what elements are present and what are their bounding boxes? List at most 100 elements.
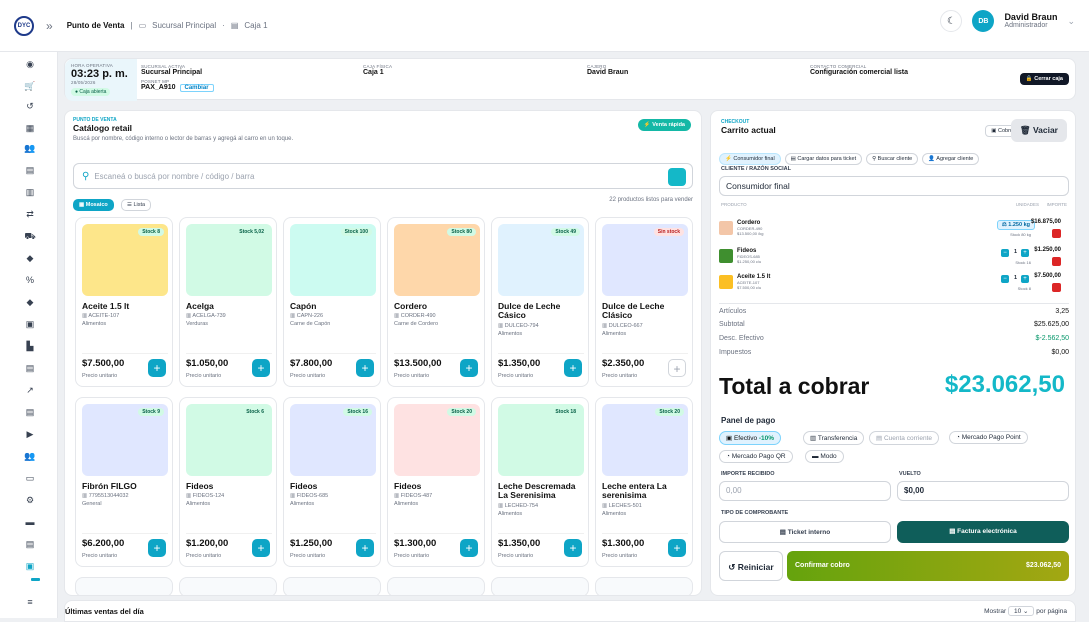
product-price: $7.800,00	[290, 358, 333, 369]
add-to-cart-button[interactable]: +	[252, 539, 270, 557]
add-to-cart-button[interactable]: +	[356, 359, 374, 377]
product-card[interactable]: Stock 6 Fideos ▥ FIDEOS-124 Alimentos $1.200…	[179, 397, 277, 567]
pay-mp-qr[interactable]: ◔ Mercado Pago QR	[719, 450, 793, 463]
add-to-cart-button[interactable]: +	[564, 359, 582, 377]
users-icon[interactable]: 👥	[24, 450, 36, 462]
pay-transferencia[interactable]: ▥ Transferencia	[803, 431, 865, 445]
cash-icon[interactable]: ▣	[24, 560, 36, 572]
reports-icon[interactable]: ▙	[24, 340, 36, 352]
theme-toggle-icon[interactable]: ☾	[940, 10, 963, 32]
product-name-text: Leche Descremada La Serenisima	[498, 481, 576, 501]
pay-cuenta-corriente[interactable]: ▤ Cuenta corriente	[869, 431, 940, 445]
scan-button[interactable]	[668, 168, 686, 186]
delete-icon[interactable]	[1052, 229, 1061, 238]
label-icon[interactable]: ◆	[24, 296, 36, 308]
product-card[interactable]: Stock 18 Leche Descremada La Serenisima ▥ …	[491, 397, 589, 567]
history-icon[interactable]: ↺	[24, 100, 36, 112]
app-logo[interactable]: DYC	[14, 15, 34, 36]
dashboard-icon[interactable]: ◉	[24, 58, 36, 70]
product-card[interactable]: Stock 80 Cordero ▥ CORDER-490 Carne de Cord…	[387, 217, 485, 387]
clients-icon[interactable]: 👥	[24, 142, 36, 154]
box-icon[interactable]: ▭	[24, 472, 36, 484]
add-to-cart-button[interactable]: +	[148, 539, 166, 557]
tab-agregar-cliente[interactable]: 👤 Agregar cliente	[922, 153, 980, 165]
product-image: Stock 8	[82, 224, 168, 296]
tab-consumidor-final[interactable]: ⚡ Consumidor final	[719, 153, 781, 165]
tab-cargar-datos[interactable]: ▤ Cargar datos para ticket	[784, 153, 863, 165]
increase-button[interactable]: +	[1021, 249, 1029, 257]
per-page-select[interactable]: 10 ⌄	[1007, 606, 1035, 616]
wallet-icon[interactable]: ▬	[24, 516, 36, 528]
receipt-icon[interactable]: ▤	[24, 538, 36, 550]
inventory-icon[interactable]: ▥	[24, 186, 36, 198]
product-card[interactable]: Stock 20 Fideos ▥ FIDEOS-487 Alimentos $1.30…	[387, 397, 485, 567]
lista-toggle[interactable]: ☰ Lista	[121, 199, 152, 211]
cambiar-button[interactable]: Cambiar	[179, 84, 214, 92]
venta-rapida-button[interactable]: ⚡ Venta rápida	[637, 119, 691, 131]
percent-icon[interactable]: %	[24, 274, 36, 286]
confirmar-cobro-button[interactable]: Confirmar cobro $23.062,50	[787, 551, 1069, 581]
pay-modo[interactable]: ▬ Modo	[805, 450, 844, 463]
ticket-interno-button[interactable]: ▤ Ticket interno	[719, 521, 891, 543]
truck-icon[interactable]: ⛟	[24, 230, 36, 242]
cliente-field[interactable]: Consumidor final	[719, 176, 1069, 196]
database-icon[interactable]: ≡	[24, 596, 36, 608]
product-card[interactable]: Stock 20 Leche entera La serenisima ▥ LECH…	[595, 397, 693, 567]
tag-icon[interactable]: ◆	[24, 252, 36, 264]
products-icon[interactable]: ▦	[24, 122, 36, 134]
delete-icon[interactable]	[1052, 283, 1061, 292]
increase-button[interactable]: +	[1021, 275, 1029, 283]
pay-label: Efectivo	[733, 435, 758, 442]
product-name-text: Fibrón FILGO	[82, 481, 137, 491]
user-menu[interactable]: David Braun Administrador	[1004, 12, 1057, 30]
card-placeholder	[75, 577, 173, 595]
cerrar-caja-button[interactable]: 🔒 Cerrar caja	[1019, 73, 1069, 85]
pay-mp-point[interactable]: ◔ Mercado Pago Point	[949, 431, 1028, 444]
settings-icon[interactable]: ⚙	[24, 494, 36, 506]
factura-button[interactable]: ▤ Factura electrónica	[897, 521, 1069, 543]
add-to-cart-button[interactable]: +	[668, 539, 686, 557]
search-input[interactable]: ⚲ Escaneá o buscá por nombre / código / …	[73, 163, 693, 189]
add-to-cart-button[interactable]: +	[564, 539, 582, 557]
mosaico-toggle[interactable]: ▦ Mosaico	[73, 199, 114, 211]
chart-icon[interactable]: ↗	[24, 384, 36, 396]
top-bar: DYC » Punto de Venta | ▭ Sucursal Princi…	[0, 0, 1089, 52]
add-to-cart-button[interactable]: +	[460, 359, 478, 377]
product-card[interactable]: Sin stock Dulce de Leche Clásico ▥ DULCEO-…	[595, 217, 693, 387]
avatar[interactable]: DB	[972, 10, 995, 32]
importe-input[interactable]: 0,00	[719, 481, 891, 501]
stock-badge: Stock 8	[138, 228, 164, 236]
pay-efectivo[interactable]: ▣ Efectivo -10%	[719, 431, 782, 445]
decrease-button[interactable]: −	[1001, 275, 1009, 283]
invoice-icon[interactable]: ▤	[24, 362, 36, 374]
stock-badge: Stock 49	[551, 228, 580, 236]
reiniciar-button[interactable]: ↺ Reiniciar	[719, 551, 783, 581]
add-to-cart-button[interactable]: +	[252, 359, 270, 377]
export-icon[interactable]: ▶	[24, 428, 36, 440]
expand-sidebar-icon[interactable]: »	[46, 19, 53, 33]
add-to-cart-button[interactable]: +	[668, 359, 686, 377]
product-card[interactable]: Stock 16 Fideos ▥ FIDEOS-685 Alimentos $1.25…	[283, 397, 381, 567]
vaciar-button[interactable]: 🗑 Vaciar	[1010, 119, 1067, 142]
file-icon[interactable]: ▤	[24, 406, 36, 418]
delete-icon[interactable]	[1052, 257, 1061, 266]
product-card[interactable]: Stock 100 Capón ▥ CAPN-226 Carne de Capón $7…	[283, 217, 381, 387]
product-card[interactable]: Stock 9 Fibrón FILGO ▥ 7795513044032 Genera…	[75, 397, 173, 567]
add-to-cart-button[interactable]: +	[148, 359, 166, 377]
decrease-button[interactable]: −	[1001, 249, 1009, 257]
add-to-cart-button[interactable]: +	[460, 539, 478, 557]
product-card[interactable]: Stock 49 Dulce de Leche Cásico ▥ DULCEO-79…	[491, 217, 589, 387]
add-to-cart-button[interactable]: +	[356, 539, 374, 557]
product-card[interactable]: Stock 8 Aceite 1.5 lt ▥ ACEITE-107 Alimento…	[75, 217, 173, 387]
tab-buscar-cliente[interactable]: ⚲ Buscar cliente	[866, 153, 919, 165]
document-icon[interactable]: ▤	[24, 164, 36, 176]
product-card[interactable]: Stock 5,02 Acelga ▥ ACELGA-739 Verduras $1.0…	[179, 217, 277, 387]
product-code-text: 7795513044032	[88, 493, 129, 500]
cash-register-icon[interactable]: ▣	[24, 318, 36, 330]
chevron-down-icon[interactable]: ⌄	[1067, 16, 1075, 27]
cart-icon[interactable]: 🛒	[24, 80, 36, 92]
weight-qty-button[interactable]: ⚖ 1.250 kg	[996, 220, 1035, 230]
transfer-icon[interactable]: ⇄	[24, 208, 36, 220]
product-name-text: Dulce de Leche Clásico	[602, 301, 665, 321]
ventas-title: Últimas ventas del día	[65, 607, 144, 616]
